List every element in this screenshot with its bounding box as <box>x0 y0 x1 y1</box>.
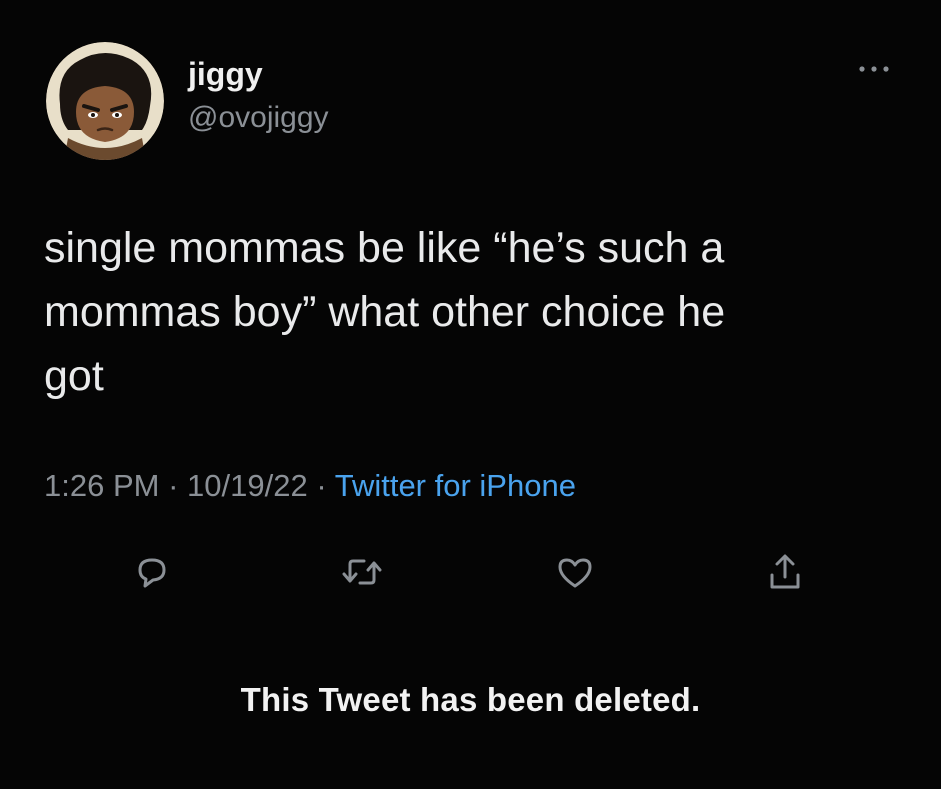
tweet-deleted-notice: This Tweet has been deleted. <box>240 681 701 718</box>
avatar[interactable] <box>46 42 164 160</box>
reply-bubble-icon <box>138 558 166 588</box>
tweet-source-link[interactable]: Twitter for iPhone <box>335 468 576 503</box>
author-handle[interactable]: @ovojiggy <box>188 103 329 133</box>
tweet-card: jiggy @ovojiggy single mommas be like “h… <box>0 0 941 789</box>
meta-separator: · <box>168 468 179 503</box>
retweet-icon <box>342 559 382 585</box>
tweet-text: single mommas be like “he’s such a momma… <box>44 224 726 400</box>
share-button[interactable] <box>763 550 807 594</box>
retweet-button[interactable] <box>340 550 384 594</box>
meta-separator: · <box>316 468 327 503</box>
share-upload-icon <box>770 554 800 589</box>
reply-button[interactable] <box>130 550 174 594</box>
tweet-date: 10/19/22 <box>187 468 308 503</box>
heart-icon <box>558 558 592 588</box>
tweet-meta: 1:26 PM · 10/19/22 · Twitter for iPhone <box>44 470 576 501</box>
tweet-time: 1:26 PM <box>44 468 160 503</box>
tweet-actions <box>0 550 941 594</box>
cartoon-avatar-icon <box>46 42 164 160</box>
like-button[interactable] <box>553 550 597 594</box>
author-display-name[interactable]: jiggy <box>188 58 263 90</box>
more-options-icon[interactable] <box>856 62 892 76</box>
